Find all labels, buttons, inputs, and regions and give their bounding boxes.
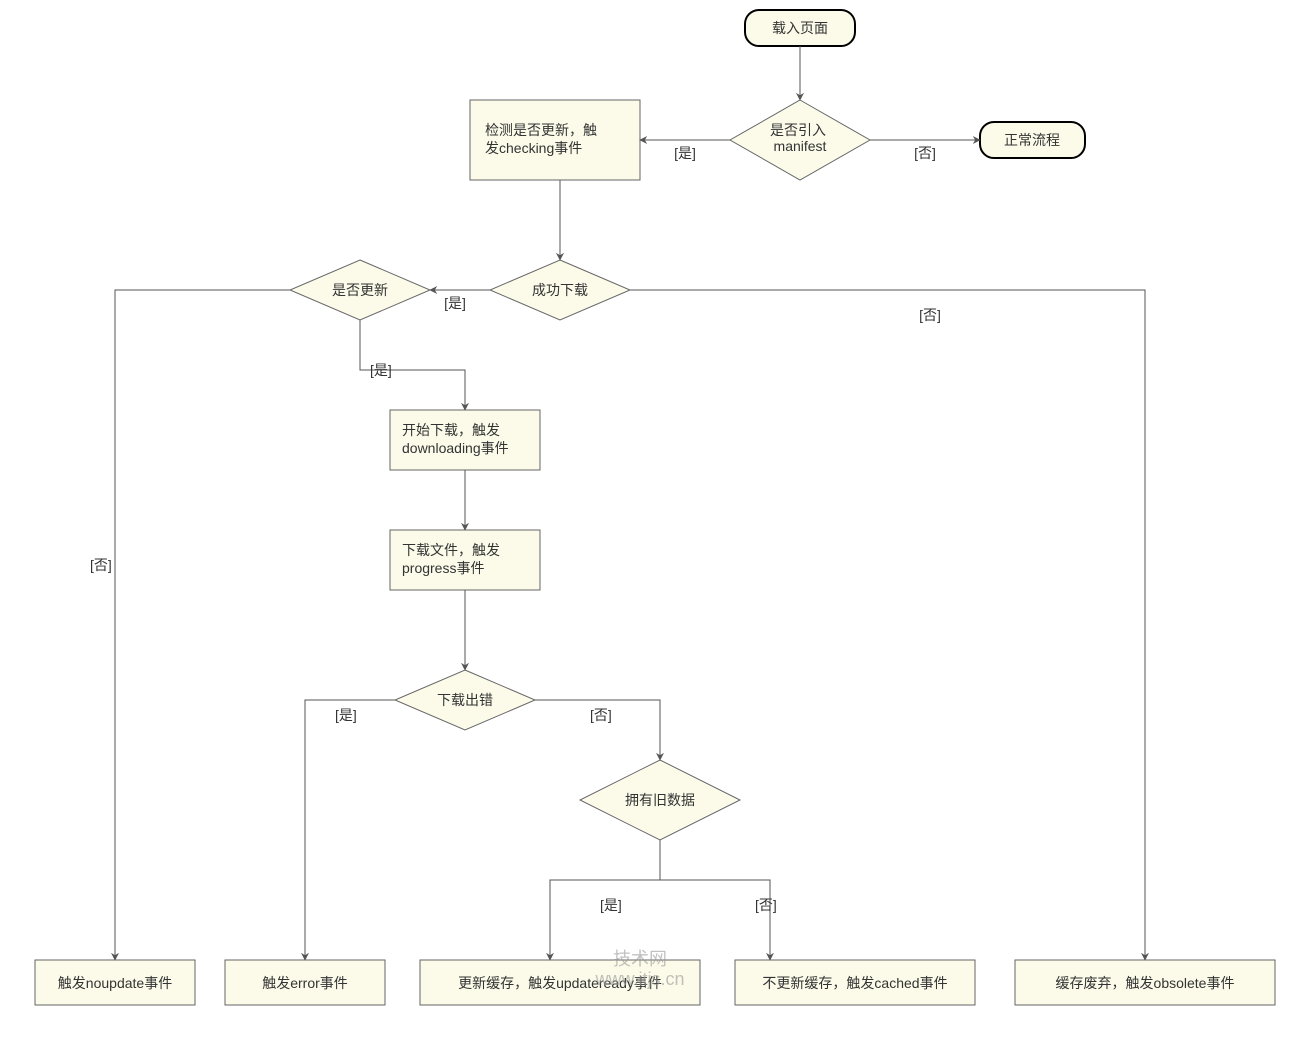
- svg-text:成功下载: 成功下载: [532, 282, 588, 298]
- svg-text:[否]: [否]: [919, 307, 941, 323]
- node-checking: 检测是否更新，触 发checking事件: [470, 100, 640, 180]
- node-normal: 正常流程: [980, 122, 1085, 158]
- svg-text:www.itjs.cn: www.itjs.cn: [594, 969, 684, 989]
- svg-text:是否引入 manifest: 是否引入 manifest: [770, 122, 830, 154]
- node-cached: 不更新缓存，触发cached事件: [735, 960, 975, 1005]
- svg-text:[是]: [是]: [370, 362, 392, 378]
- node-obsolete: 缓存废弃，触发obsolete事件: [1015, 960, 1275, 1005]
- svg-text:不更新缓存，触发cached事件: 不更新缓存，触发cached事件: [762, 975, 947, 991]
- node-start-download: 开始下载，触发 downloading事件: [390, 410, 540, 470]
- svg-text:[否]: [否]: [914, 145, 936, 161]
- node-download-ok-decision: 成功下载: [490, 260, 630, 320]
- svg-text:[否]: [否]: [590, 707, 612, 723]
- svg-text:[否]: [否]: [90, 557, 112, 573]
- svg-text:拥有旧数据: 拥有旧数据: [625, 792, 695, 808]
- svg-text:触发error事件: 触发error事件: [262, 975, 348, 991]
- node-error-decision: 下载出错: [395, 670, 535, 730]
- node-manifest-decision: 是否引入 manifest: [730, 100, 870, 180]
- svg-text:载入页面: 载入页面: [772, 20, 828, 36]
- svg-text:[否]: [否]: [755, 897, 777, 913]
- svg-text:[是]: [是]: [444, 295, 466, 311]
- watermark: 技术网 www.itjs.cn: [594, 949, 684, 989]
- flowchart-canvas: 载入页面 是否引入 manifest 正常流程 检测是否更新，触 发checki…: [0, 0, 1313, 1040]
- node-old-data-decision: 拥有旧数据: [580, 760, 740, 840]
- svg-text:正常流程: 正常流程: [1004, 132, 1060, 148]
- svg-text:[是]: [是]: [674, 145, 696, 161]
- svg-text:[是]: [是]: [335, 707, 357, 723]
- svg-text:缓存废弃，触发obsolete事件: 缓存废弃，触发obsolete事件: [1056, 975, 1235, 991]
- svg-text:是否更新: 是否更新: [332, 282, 388, 298]
- svg-text:触发noupdate事件: 触发noupdate事件: [58, 975, 172, 991]
- node-updated-decision: 是否更新: [290, 260, 430, 320]
- svg-text:技术网: 技术网: [613, 949, 667, 969]
- node-progress: 下载文件，触发 progress事件: [390, 530, 540, 590]
- node-noupdate: 触发noupdate事件: [35, 960, 195, 1005]
- svg-text:[是]: [是]: [600, 897, 622, 913]
- node-error: 触发error事件: [225, 960, 385, 1005]
- node-load: 载入页面: [745, 10, 855, 46]
- svg-text:下载出错: 下载出错: [437, 692, 493, 708]
